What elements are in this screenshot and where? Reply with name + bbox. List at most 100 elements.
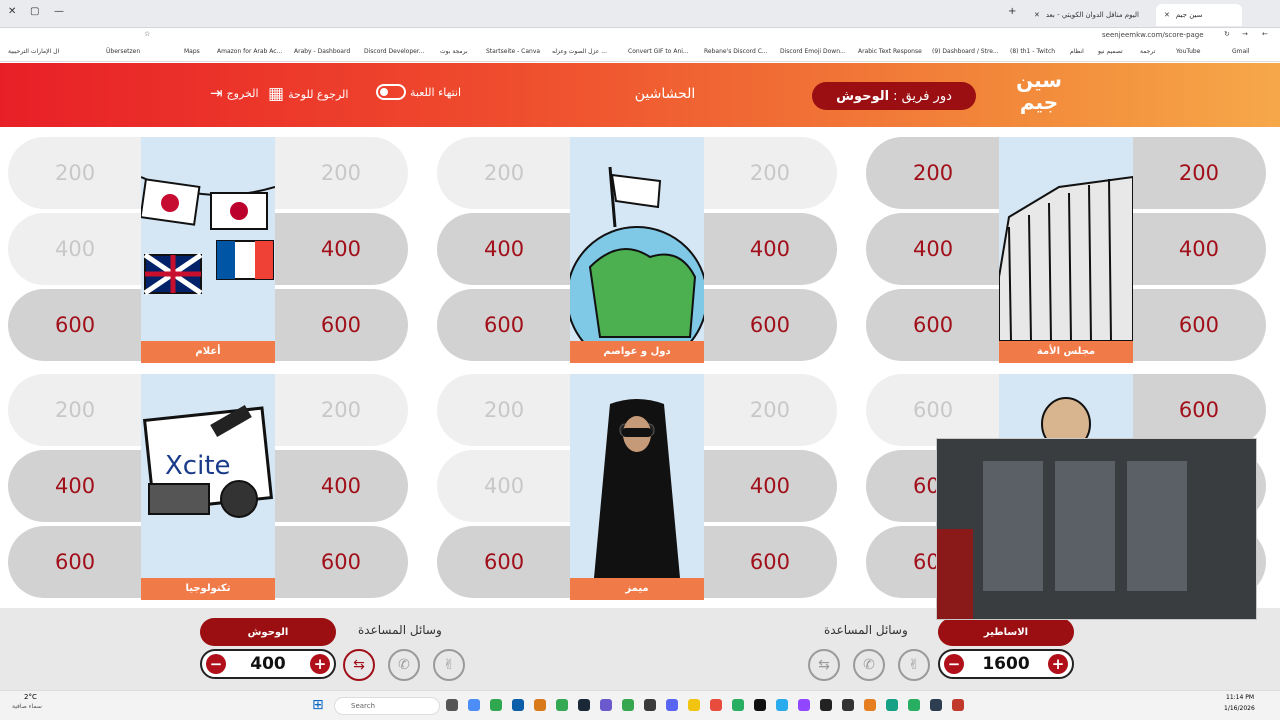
bookmark-2[interactable]: Maps	[184, 48, 200, 55]
peace-aid-icon[interactable]: ✌	[898, 649, 930, 681]
category-card: Xcite تكنولوجيا	[141, 374, 275, 600]
score-value: 1600	[982, 654, 1030, 674]
bookmark-11[interactable]: Discord Emoji Down...	[780, 48, 846, 55]
aids-label: وسائل المساعدة	[358, 623, 442, 637]
svg-text:Xcite: Xcite	[165, 451, 231, 481]
minus-button[interactable]: −	[206, 654, 226, 674]
url-text: seenjeemkw.com/score-page	[1102, 31, 1204, 39]
app-icon[interactable]	[754, 699, 766, 711]
app-icon[interactable]	[820, 699, 832, 711]
app-icon[interactable]	[732, 699, 744, 711]
tab-close-icon[interactable]: ✕	[1034, 11, 1040, 19]
exit-icon: ⇥	[210, 84, 223, 102]
plus-button[interactable]: +	[310, 654, 330, 674]
tab-label: سين جيم	[1175, 11, 1203, 19]
phone-aid-icon[interactable]: ✆	[388, 649, 420, 681]
phone-aid-icon[interactable]: ✆	[853, 649, 885, 681]
bookmarks-bar: ال الإمارات الترحيبية Übersetzen Maps Am…	[0, 44, 1280, 62]
bookmark-3[interactable]: Amazon for Arab Ac...	[217, 48, 282, 55]
peace-aid-icon[interactable]: ✌	[433, 649, 465, 681]
app-icon[interactable]	[864, 699, 876, 711]
taskbar-search[interactable]: Search	[334, 697, 440, 715]
bookmark-4[interactable]: Araby - Dashboard	[294, 48, 350, 55]
forward-icon[interactable]: ←	[1262, 30, 1268, 38]
new-tab-icon[interactable]: +	[1008, 6, 1016, 17]
page-title: الحشاشين	[634, 86, 696, 102]
reload-icon[interactable]: ↻	[1224, 30, 1230, 38]
app-icon[interactable]	[512, 699, 524, 711]
bookmark-5[interactable]: Discord Developer...	[364, 48, 425, 55]
category-card: أعلام	[141, 137, 275, 363]
steam-icon[interactable]	[578, 699, 590, 711]
bookmark-12[interactable]: Arabic Text Response	[858, 48, 922, 55]
turn-team: الوحوش	[836, 88, 890, 104]
app-icon[interactable]	[886, 699, 898, 711]
bookmark-1[interactable]: Übersetzen	[106, 48, 140, 55]
team-name-asateer: الاساطير	[938, 618, 1074, 646]
app-icon[interactable]	[710, 699, 722, 711]
app-icon[interactable]	[490, 699, 502, 711]
bookmark-14[interactable]: (8) th1 - Twitch	[1010, 48, 1055, 55]
tab-close-icon[interactable]: ✕	[1164, 11, 1170, 19]
swap-aid-icon[interactable]: ⇆	[343, 649, 375, 681]
twitch-icon[interactable]	[798, 699, 810, 711]
star-icon[interactable]: ☆	[144, 30, 150, 38]
chrome-icon[interactable]	[556, 699, 568, 711]
window-shape	[1055, 461, 1115, 591]
app-icon[interactable]	[908, 699, 920, 711]
end-game-button[interactable]: انتهاء اللعبة	[376, 84, 461, 100]
swap-aid-icon[interactable]: ⇆	[808, 649, 840, 681]
bookmark-15[interactable]: انظام	[1070, 48, 1084, 55]
bookmark-0[interactable]: ال الإمارات الترحيبية	[8, 48, 59, 55]
aids-label: وسائل المساعدة	[824, 623, 908, 637]
browser-tab-strip: ✕ سين جيم ✕ اليوم منافل الدوان الكويتي -…	[0, 0, 1280, 28]
back-to-board-button[interactable]: الرجوع للوحة ▦	[268, 84, 348, 104]
app-icon[interactable]	[534, 699, 546, 711]
bookmark-6[interactable]: برمجة بوت	[440, 48, 468, 55]
app-icon[interactable]	[930, 699, 942, 711]
grid-icon: ▦	[268, 84, 285, 104]
end-game-label: انتهاء اللعبة	[410, 85, 462, 99]
seenjeem-logo[interactable]: سين جيم	[1010, 69, 1068, 121]
app-icon[interactable]	[468, 699, 480, 711]
clock-time: 11:14 PM	[1226, 694, 1254, 701]
window-shape	[983, 461, 1043, 591]
app-icon[interactable]	[644, 699, 656, 711]
app-icon[interactable]	[600, 699, 612, 711]
bookmark-17[interactable]: ترجمة	[1140, 48, 1155, 55]
windows-start-icon[interactable]: ⊞	[312, 697, 324, 713]
bookmark-8[interactable]: عزل الصوت وعزله ...	[552, 48, 607, 55]
chair-shape	[937, 529, 973, 619]
discord-icon[interactable]	[666, 699, 678, 711]
plus-button[interactable]: +	[1047, 654, 1068, 674]
category-card: مجلس الأمة	[999, 137, 1133, 363]
app-icon[interactable]	[622, 699, 634, 711]
bookmark-19[interactable]: Gmail	[1232, 48, 1250, 55]
category-card: ميمز	[570, 374, 704, 600]
bookmark-13[interactable]: (9) Dashboard / Stre...	[932, 48, 999, 55]
tab-other[interactable]: ✕ اليوم منافل الدوان الكويتي - بعد	[1026, 4, 1156, 26]
app-icon[interactable]	[952, 699, 964, 711]
bookmark-16[interactable]: تصميم نيو	[1098, 48, 1123, 55]
weather-temp: 2°C	[24, 693, 37, 701]
telegram-icon[interactable]	[776, 699, 788, 711]
minus-button[interactable]: −	[944, 654, 964, 674]
exit-button[interactable]: الخروج ⇥	[210, 84, 259, 102]
score-value: 400	[250, 654, 286, 674]
tab-seenjeem[interactable]: ✕ سين جيم	[1156, 4, 1242, 26]
app-icon[interactable]	[688, 699, 700, 711]
bookmark-18[interactable]: YouTube	[1176, 48, 1200, 55]
window-minimize-icon[interactable]: —	[54, 6, 64, 17]
bookmark-7[interactable]: Startseite - Canva	[486, 48, 540, 55]
window-close-icon[interactable]: ✕	[8, 6, 16, 17]
app-icon[interactable]	[842, 699, 854, 711]
address-bar[interactable]: seenjeemkw.com/score-page ↻ → ← ☆	[0, 28, 1280, 44]
window-maximize-icon[interactable]: ▢	[30, 6, 39, 17]
score-box-wuhoosh: − 400 +	[200, 649, 336, 679]
back-icon[interactable]: →	[1242, 30, 1248, 38]
bookmark-9[interactable]: Convert GIF to Ani...	[628, 48, 689, 55]
category-illustration	[999, 137, 1133, 345]
task-view-icon[interactable]	[446, 699, 458, 711]
category-label: ميمز	[570, 578, 704, 600]
bookmark-10[interactable]: Rebane's Discord C...	[704, 48, 768, 55]
